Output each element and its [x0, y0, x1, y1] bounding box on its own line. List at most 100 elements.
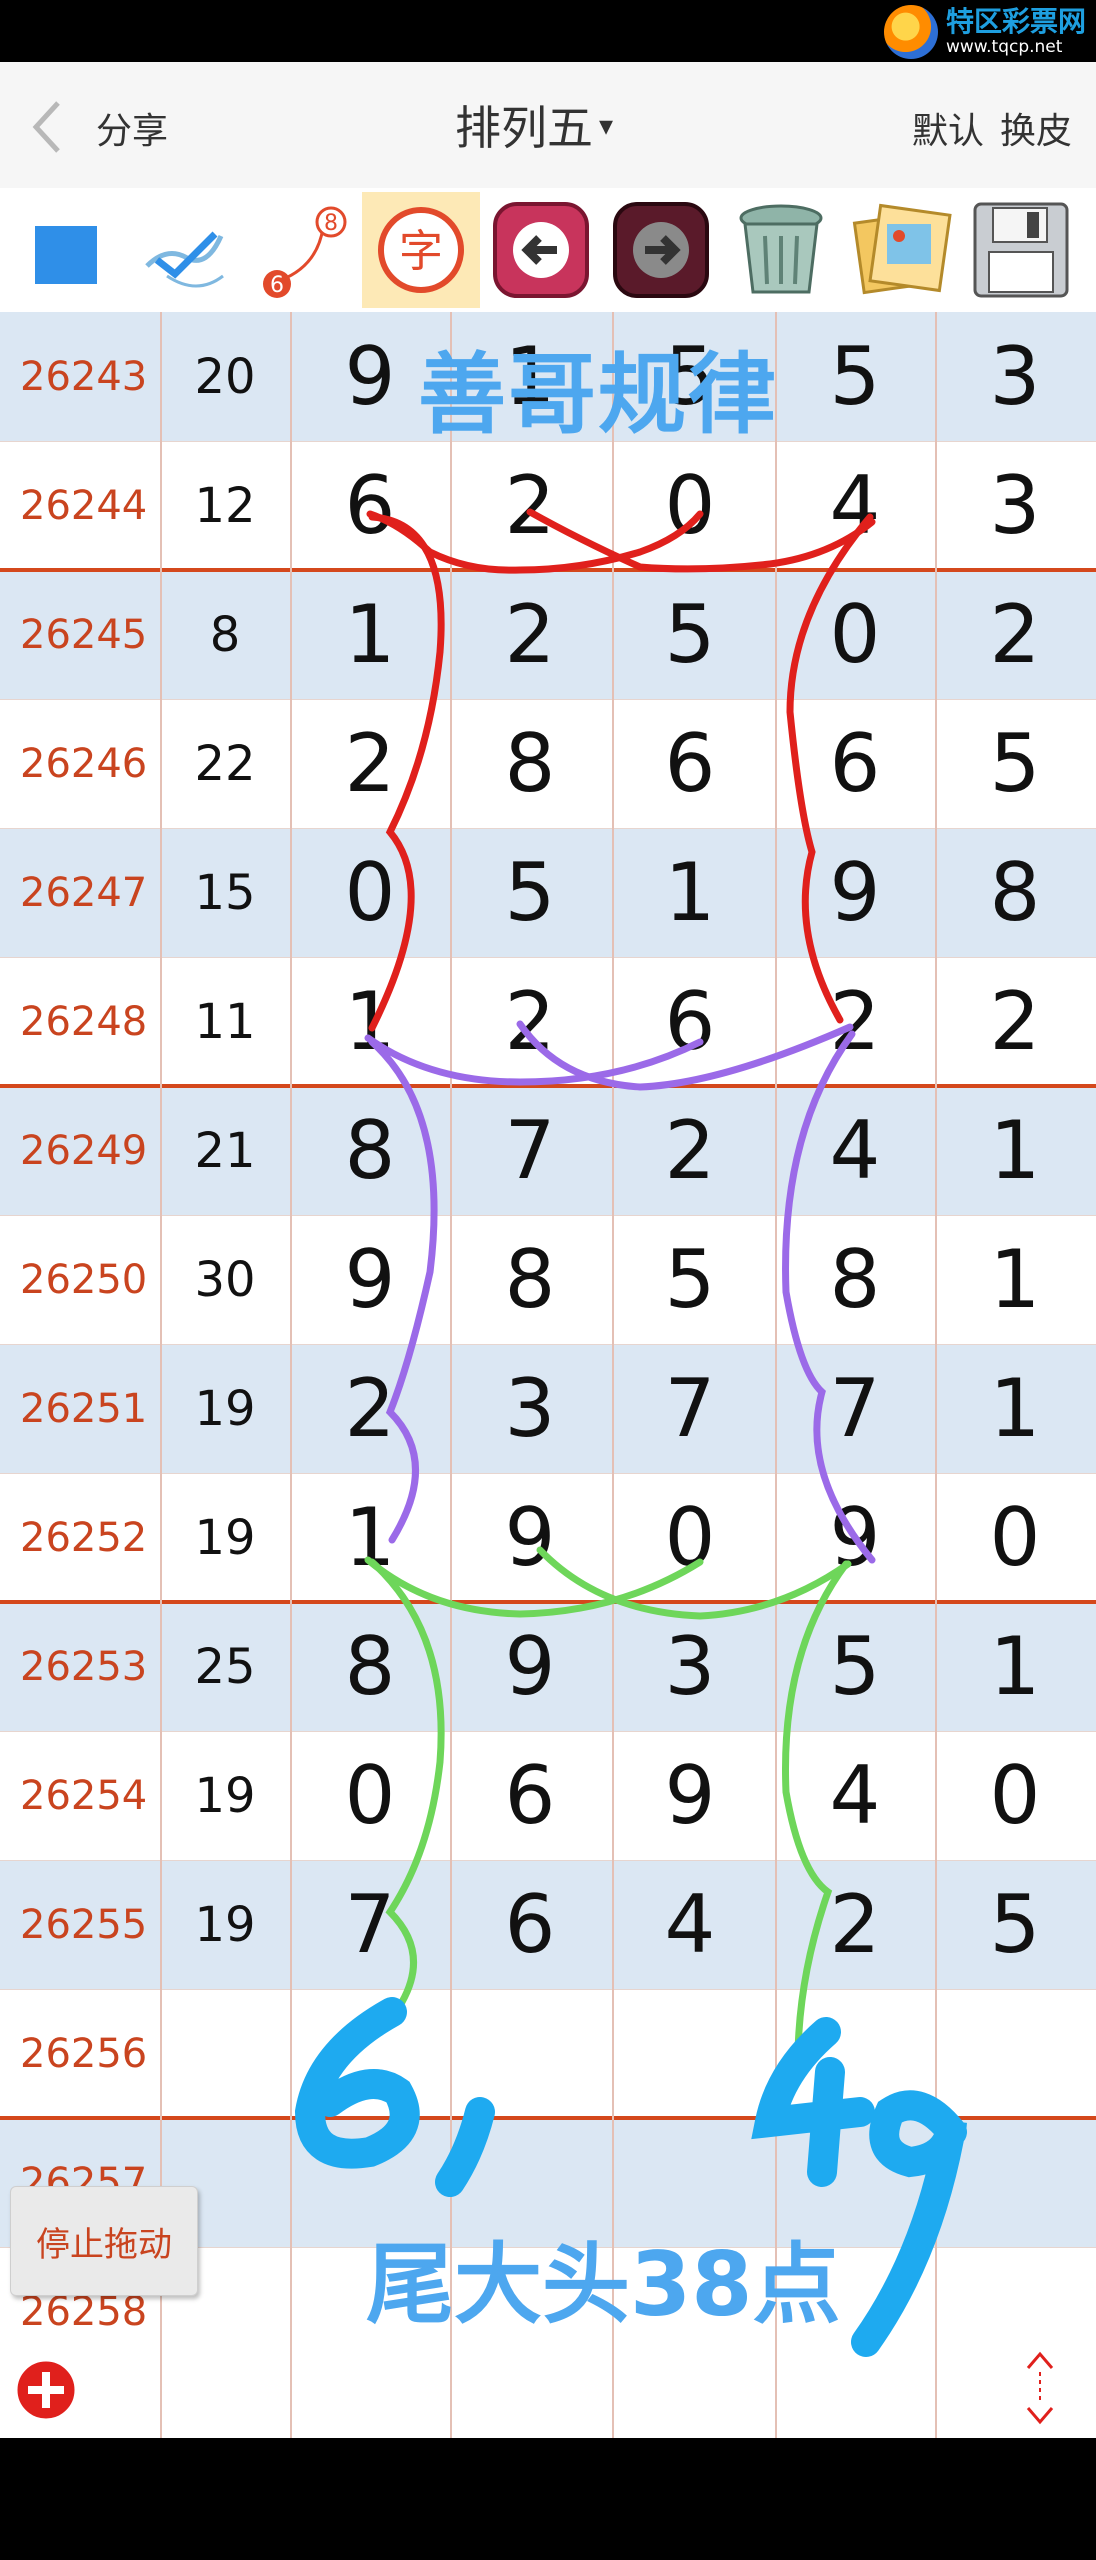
digit-cell: 2 [989, 588, 1041, 681]
digit-cell: 0 [989, 1749, 1041, 1842]
sum-value: 15 [194, 864, 256, 921]
issue-number: 26251 [20, 1385, 148, 1432]
table-row: 26252 19 1 9 0 9 0 [0, 1473, 1096, 1602]
issue-number: 26244 [20, 482, 148, 529]
digit-cell [610, 1989, 770, 2118]
status-bar: 特区彩票网 www.tqcp.net [0, 0, 1096, 62]
digit-cell: 0 [664, 1491, 716, 1584]
group-divider [0, 2116, 1096, 2120]
digit-cell: 1 [989, 1620, 1041, 1713]
group-divider [0, 568, 1096, 572]
digit-cell: 9 [664, 1749, 716, 1842]
digit-cell: 8 [829, 1233, 881, 1326]
digit-cell: 4 [829, 1104, 881, 1197]
sum-value: 30 [194, 1251, 256, 1308]
sum-value: 20 [194, 348, 256, 405]
pictures-icon [852, 203, 952, 295]
digit-cell: 6 [664, 975, 716, 1068]
digit-cell: 8 [504, 717, 556, 810]
issue-number: 26245 [20, 611, 148, 658]
issue-number: 26256 [20, 2030, 148, 2077]
path-num-start: 6 [270, 273, 284, 298]
undo-arrow-icon [493, 202, 589, 298]
row-gridline [0, 1473, 1096, 1474]
nav-bar: 分享 排列五 ▾ 默认 换皮 [0, 62, 1096, 189]
issue-number: 26250 [20, 1256, 148, 1303]
digit-cell: 1 [989, 1233, 1041, 1326]
digit-cell: 8 [344, 1104, 396, 1197]
text-char-tool[interactable]: 字 [362, 192, 480, 308]
digit-cell: 7 [829, 1362, 881, 1455]
watermark-title: 特区彩票网 [945, 5, 1086, 38]
digit-cell: 6 [504, 1878, 556, 1971]
clear-button[interactable] [722, 192, 840, 308]
row-gridline [0, 1215, 1096, 1216]
square-select-icon [35, 226, 97, 284]
redo-button[interactable] [602, 192, 720, 308]
digit-cell: 1 [664, 846, 716, 939]
sum-value: 21 [194, 1122, 256, 1179]
digit-cell: 9 [829, 1491, 881, 1584]
digit-cell: 2 [989, 975, 1041, 1068]
lottery-type-selector[interactable]: 排列五 ▾ [455, 92, 613, 158]
digit-cell: 2 [829, 1878, 881, 1971]
default-button[interactable]: 默认 [912, 102, 984, 154]
digit-cell: 9 [504, 1491, 556, 1584]
digit-cell: 2 [344, 717, 396, 810]
share-button[interactable]: 分享 [96, 102, 168, 154]
row-gridline [0, 957, 1096, 958]
table-row: 26244 12 6 2 0 4 3 [0, 441, 1096, 570]
digit-cell: 9 [829, 846, 881, 939]
digit-cell [290, 1989, 450, 2118]
table-row: 26254 19 0 6 9 4 0 [0, 1731, 1096, 1860]
watermark: 特区彩票网 www.tqcp.net [883, 4, 1086, 60]
save-disk-icon [973, 202, 1069, 298]
digit-cell: 2 [504, 975, 556, 1068]
resize-handle-icon[interactable] [1010, 2348, 1070, 2428]
digit-cell: 2 [829, 975, 881, 1068]
table-row: 26246 22 2 8 6 6 5 [0, 699, 1096, 828]
watermark-logo-icon [883, 5, 938, 59]
digit-cell [935, 1989, 1095, 2118]
digit-cell: 8 [344, 1620, 396, 1713]
digit-cell: 9 [504, 1620, 556, 1713]
sum-value: 8 [209, 606, 241, 663]
row-gridline [0, 828, 1096, 829]
digit-cell: 5 [829, 1620, 881, 1713]
digit-cell: 6 [829, 717, 881, 810]
table-row: 26253 25 8 9 3 5 1 [0, 1602, 1096, 1731]
sum-value [160, 1989, 290, 2118]
digit-cell: 5 [989, 717, 1041, 810]
row-gridline [0, 1344, 1096, 1345]
digit-cell: 5 [504, 846, 556, 939]
issue-number: 26247 [20, 869, 148, 916]
save-button[interactable] [962, 192, 1080, 308]
issue-number: 26246 [20, 740, 148, 787]
digit-cell: 6 [664, 717, 716, 810]
digit-cell: 1 [344, 975, 396, 1068]
digit-cell: 6 [344, 459, 396, 552]
add-icon[interactable] [14, 2358, 78, 2422]
digit-cell: 7 [344, 1878, 396, 1971]
table-row: 26255 19 7 6 4 2 5 [0, 1860, 1096, 1989]
watermark-url: www.tqcp.net [945, 37, 1063, 57]
back-button[interactable] [28, 92, 88, 162]
digit-cell: 7 [664, 1362, 716, 1455]
digit-cell: 5 [829, 330, 881, 423]
square-select-tool[interactable] [2, 192, 120, 308]
change-skin-button[interactable]: 换皮 [1000, 102, 1072, 154]
lasso-tool[interactable] [122, 192, 240, 308]
digit-cell: 5 [664, 1233, 716, 1326]
issue-number: 26248 [20, 998, 148, 1045]
bottom-note: 尾大头38点 [366, 2233, 841, 2336]
table-row: 26250 30 9 8 5 8 1 [0, 1215, 1096, 1344]
drawing-toolbar: 8 6 字 [0, 188, 1096, 312]
lottery-history-table[interactable]: 26243 20 9 1 5 5 3 26244 12 6 2 0 4 3 26245 8 1 2 5 0 2 26246… [0, 312, 1096, 2438]
stop-drag-button[interactable]: 停止拖动 [10, 2186, 198, 2296]
pictures-button[interactable] [842, 192, 960, 308]
undo-button[interactable] [482, 192, 600, 308]
column-gridline [160, 312, 162, 2438]
digit-cell: 8 [504, 1233, 556, 1326]
number-path-tool[interactable]: 8 6 [242, 192, 360, 308]
redo-arrow-icon [613, 202, 709, 298]
